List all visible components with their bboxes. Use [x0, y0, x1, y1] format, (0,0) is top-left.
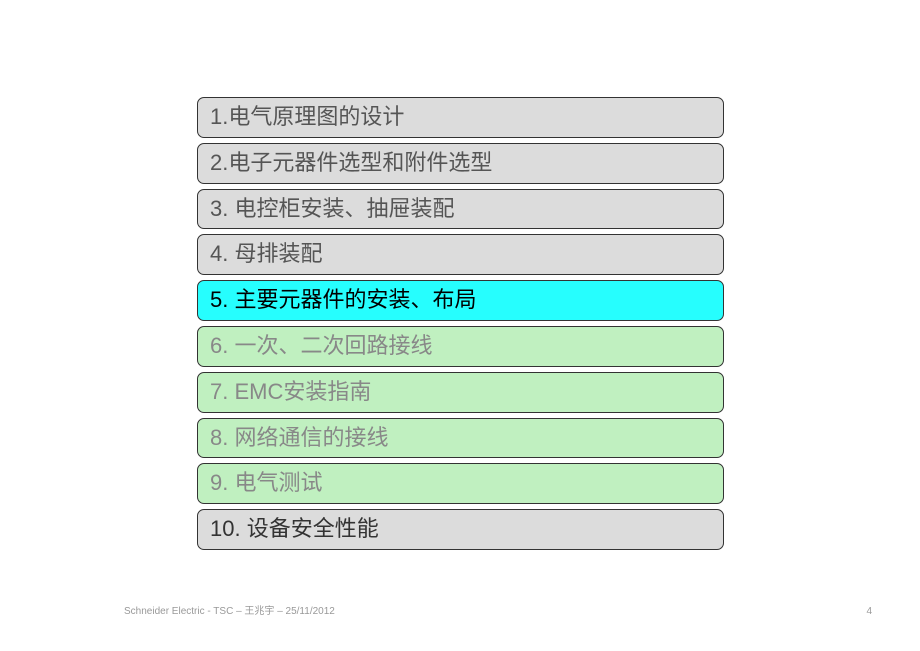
footer-text: Schneider Electric - TSC – 王兆宇 – 25/11/2… [124, 602, 335, 617]
page-number: 4 [866, 606, 872, 617]
slide: 1.电气原理图的设计 2.电子元器件选型和附件选型 3. 电控柜安装、抽屉装配 … [0, 0, 920, 651]
toc-item-5-active: 5. 主要元器件的安装、布局 [197, 280, 724, 321]
toc-item-7: 7. EMC安装指南 [197, 372, 724, 413]
toc-item-3: 3. 电控柜安装、抽屉装配 [197, 189, 724, 230]
toc-item-1: 1.电气原理图的设计 [197, 97, 724, 138]
toc-item-4: 4. 母排装配 [197, 234, 724, 275]
toc-item-6: 6. 一次、二次回路接线 [197, 326, 724, 367]
toc-item-9: 9. 电气测试 [197, 463, 724, 504]
toc-item-2: 2.电子元器件选型和附件选型 [197, 143, 724, 184]
toc-item-8: 8. 网络通信的接线 [197, 418, 724, 459]
toc-list: 1.电气原理图的设计 2.电子元器件选型和附件选型 3. 电控柜安装、抽屉装配 … [197, 97, 724, 555]
toc-item-10: 10. 设备安全性能 [197, 509, 724, 550]
